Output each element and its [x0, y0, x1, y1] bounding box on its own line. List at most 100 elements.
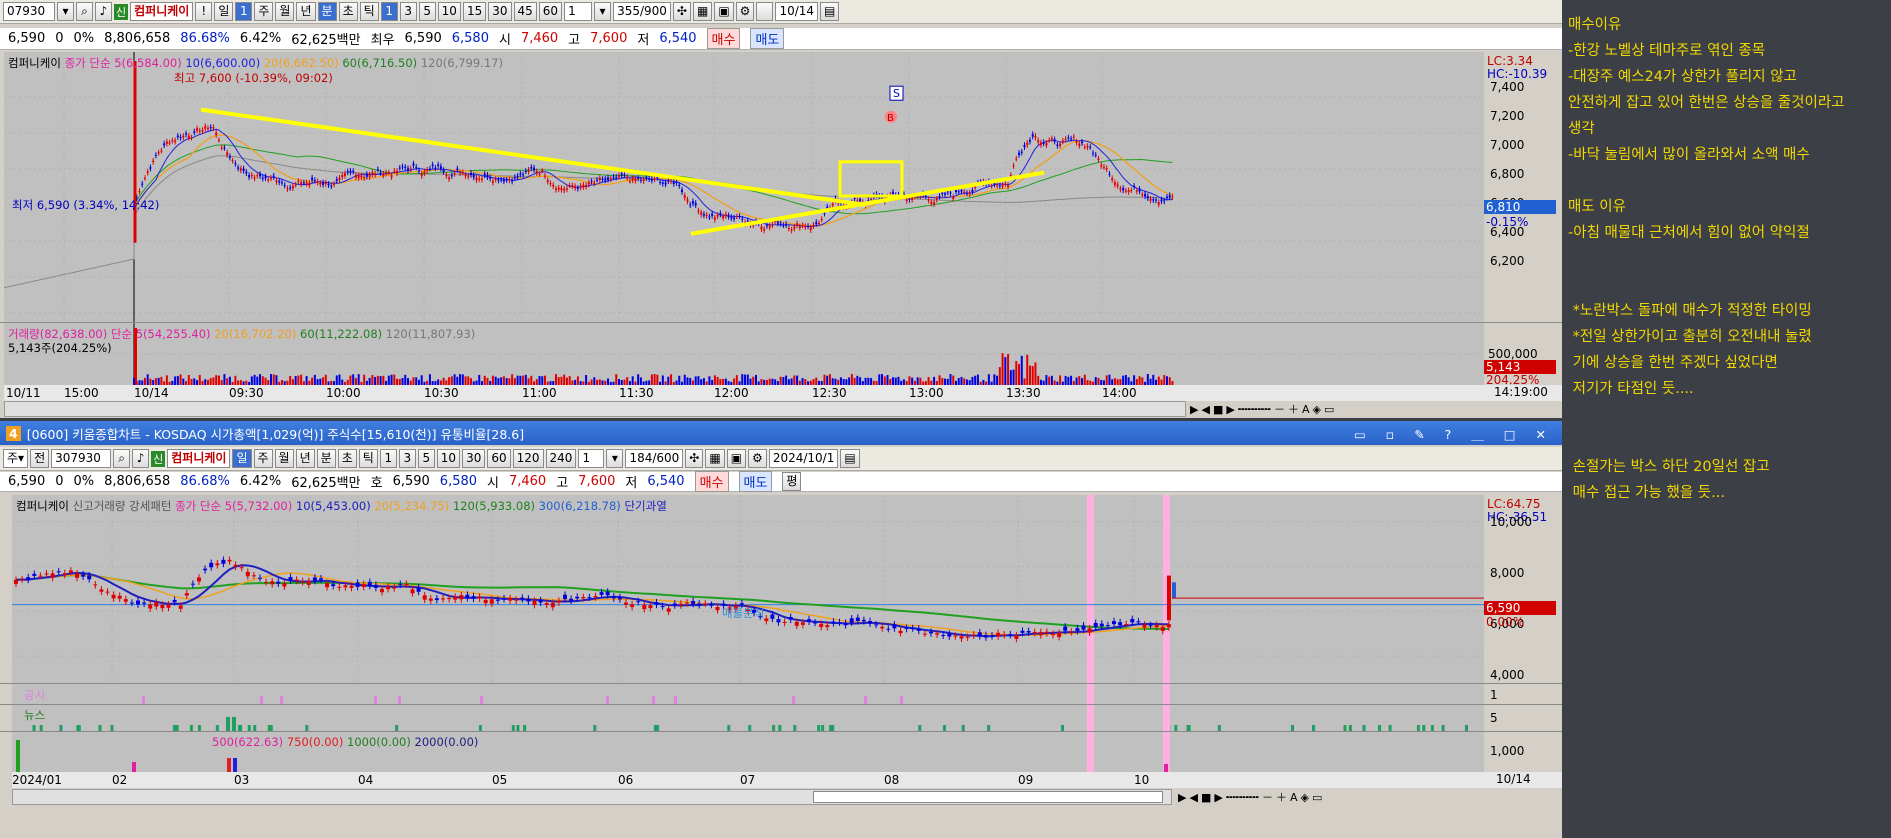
b-zoom-slider[interactable]: ╍╍╍╍╍	[1226, 791, 1259, 804]
b-min-10[interactable]: 10	[436, 449, 461, 468]
b-stop-icon[interactable]: ■	[1201, 791, 1211, 804]
calendar-icon[interactable]: ▤	[820, 2, 840, 21]
dropdown-icon[interactable]: ▾	[57, 2, 74, 21]
period-week-button[interactable]: 주	[254, 2, 274, 21]
candle-body	[514, 599, 519, 601]
minute-10-button[interactable]: 10	[437, 2, 461, 21]
candle-body	[1136, 621, 1141, 623]
buy-button[interactable]: 매수	[706, 28, 741, 49]
b-period-second[interactable]: 초	[337, 449, 357, 468]
window-icon[interactable]: ▭	[1324, 403, 1334, 416]
period-num-button[interactable]: 1	[235, 2, 253, 21]
b-min-240[interactable]: 240	[545, 449, 577, 468]
b-flat-button[interactable]: 평	[782, 472, 802, 491]
stop-icon[interactable]: ■	[1213, 403, 1223, 416]
b-calendar-icon[interactable]: ▤	[840, 449, 860, 468]
stock-code-input[interactable]: 07930	[3, 2, 55, 21]
prev-icon[interactable]: ◀	[1201, 403, 1209, 416]
minute-5-button[interactable]: 5	[418, 2, 436, 21]
b-period-month[interactable]: 월	[274, 449, 294, 468]
bottom-stock-name[interactable]: 컴퍼니케이	[167, 449, 231, 468]
b-play-icon[interactable]: ▶	[1178, 791, 1186, 804]
window-controls[interactable]: ▭ ▫ ✎ ? ＿ □ ✕	[1354, 424, 1554, 443]
b-tool-icon[interactable]: ◈	[1300, 791, 1308, 804]
stock-name[interactable]: 컴퍼니케이	[130, 2, 194, 21]
bottom-scrollbar[interactable]	[12, 789, 1172, 805]
b-min-5[interactable]: 5	[417, 449, 435, 468]
disclosure-plot[interactable]: 공시	[12, 684, 1484, 704]
date-input[interactable]: 10/14	[775, 2, 819, 21]
period-month-button[interactable]: 월	[275, 2, 295, 21]
b-prev-icon[interactable]: ◀	[1189, 791, 1197, 804]
date-checkbox[interactable]	[756, 2, 774, 21]
minute-1-button[interactable]: 1	[380, 2, 398, 21]
b-crosshair-icon[interactable]: ✣	[685, 449, 704, 468]
bottom-speaker-icon[interactable]: ♪	[132, 449, 150, 468]
sell-button[interactable]: 매도	[750, 28, 785, 49]
b-min-120[interactable]: 120	[512, 449, 544, 468]
b-date-input[interactable]: 2024/10/1	[768, 449, 839, 468]
intraday-price-plot[interactable]: SB 컴퍼니케이 종가 단순 5(6,584.00) 10(6,600.00) …	[4, 52, 1484, 322]
zoom-in-icon[interactable]: ＋	[1288, 401, 1299, 417]
b-buy-button[interactable]: 매수	[694, 471, 729, 492]
play-icon[interactable]: ▶	[1190, 403, 1198, 416]
b-sell-button[interactable]: 매도	[738, 471, 773, 492]
data-count[interactable]: 355/900	[613, 2, 671, 21]
step-dropdown-icon[interactable]: ▾	[594, 2, 612, 21]
b-zoom-out-icon[interactable]: －	[1262, 789, 1273, 805]
minute-3-button[interactable]: 3	[399, 2, 417, 21]
period-day-button[interactable]: 일	[214, 2, 234, 21]
b-min-3[interactable]: 3	[398, 449, 416, 468]
gear-icon[interactable]: ⚙	[735, 2, 755, 21]
top-scrollbar[interactable]	[4, 401, 1186, 417]
next-icon[interactable]: ▶	[1226, 403, 1234, 416]
minute-45-button[interactable]: 45	[513, 2, 537, 21]
candle-body	[983, 634, 988, 638]
b-step-input[interactable]: 1	[578, 449, 605, 468]
b-gear-icon[interactable]: ⚙	[748, 449, 767, 468]
b-data-count[interactable]: 184/600	[625, 449, 684, 468]
zoom-out-icon[interactable]: －	[1274, 401, 1285, 417]
step-input[interactable]: 1	[564, 2, 593, 21]
b-window-icon[interactable]: ▭	[1312, 791, 1322, 804]
b-period-day[interactable]: 일	[232, 449, 252, 468]
b-step-dropdown-icon[interactable]: ▾	[606, 449, 624, 468]
zoom-slider[interactable]: ╍╍╍╍╍	[1238, 403, 1271, 416]
volume-plot[interactable]: 거래량(82,638.00) 단순 5(54,255.40) 20(16,702…	[4, 323, 1484, 385]
minute-30-button[interactable]: 30	[488, 2, 512, 21]
volume-bar	[850, 374, 853, 385]
b-chart-icon[interactable]: ▦	[705, 449, 725, 468]
b-period-year[interactable]: 년	[295, 449, 315, 468]
tool-icon[interactable]: ◈	[1312, 403, 1320, 416]
news-plot[interactable]: 뉴스	[12, 705, 1484, 731]
period-year-button[interactable]: 년	[296, 2, 316, 21]
b-save-icon[interactable]: ▣	[726, 449, 747, 468]
period-minute-button[interactable]: 분	[317, 2, 337, 21]
chart-check-icon[interactable]: ▦	[692, 2, 713, 21]
b-min-1[interactable]: 1	[379, 449, 397, 468]
minute-60-button[interactable]: 60	[538, 2, 563, 21]
b-zoom-in-icon[interactable]: ＋	[1276, 789, 1287, 805]
b-font-icon[interactable]: A	[1290, 791, 1298, 804]
crosshair-icon[interactable]: ✣	[672, 2, 691, 21]
b-period-week[interactable]: 주	[253, 449, 273, 468]
bottom-search-icon[interactable]: ⌕	[113, 449, 131, 468]
b-min-60[interactable]: 60	[487, 449, 511, 468]
minute-15-button[interactable]: 15	[462, 2, 487, 21]
period-tick-button[interactable]: 틱	[359, 2, 379, 21]
signal-plot[interactable]: 500(622.63) 750(0.00) 1000(0.00) 2000(0.…	[12, 732, 1484, 772]
b-next-icon[interactable]: ▶	[1214, 791, 1222, 804]
b-period-tick[interactable]: 틱	[358, 449, 378, 468]
daily-price-plot[interactable]: 컴퍼니케이 신고거래량 강세패턴 종가 단순 5(5,732.00) 10(5,…	[12, 495, 1484, 683]
all-button[interactable]: 전	[30, 449, 50, 468]
b-period-minute[interactable]: 분	[316, 449, 336, 468]
b-min-30[interactable]: 30	[462, 449, 486, 468]
alert-button[interactable]: !	[195, 2, 213, 21]
search-icon[interactable]: ⌕	[76, 2, 93, 21]
save-icon[interactable]: ▣	[714, 2, 734, 21]
bottom-code-input[interactable]: 307930	[51, 449, 112, 468]
font-icon[interactable]: A	[1302, 403, 1310, 416]
period-second-button[interactable]: 초	[338, 2, 358, 21]
speaker-icon[interactable]: ♪	[95, 2, 112, 21]
market-select[interactable]: 주▾	[3, 449, 29, 468]
